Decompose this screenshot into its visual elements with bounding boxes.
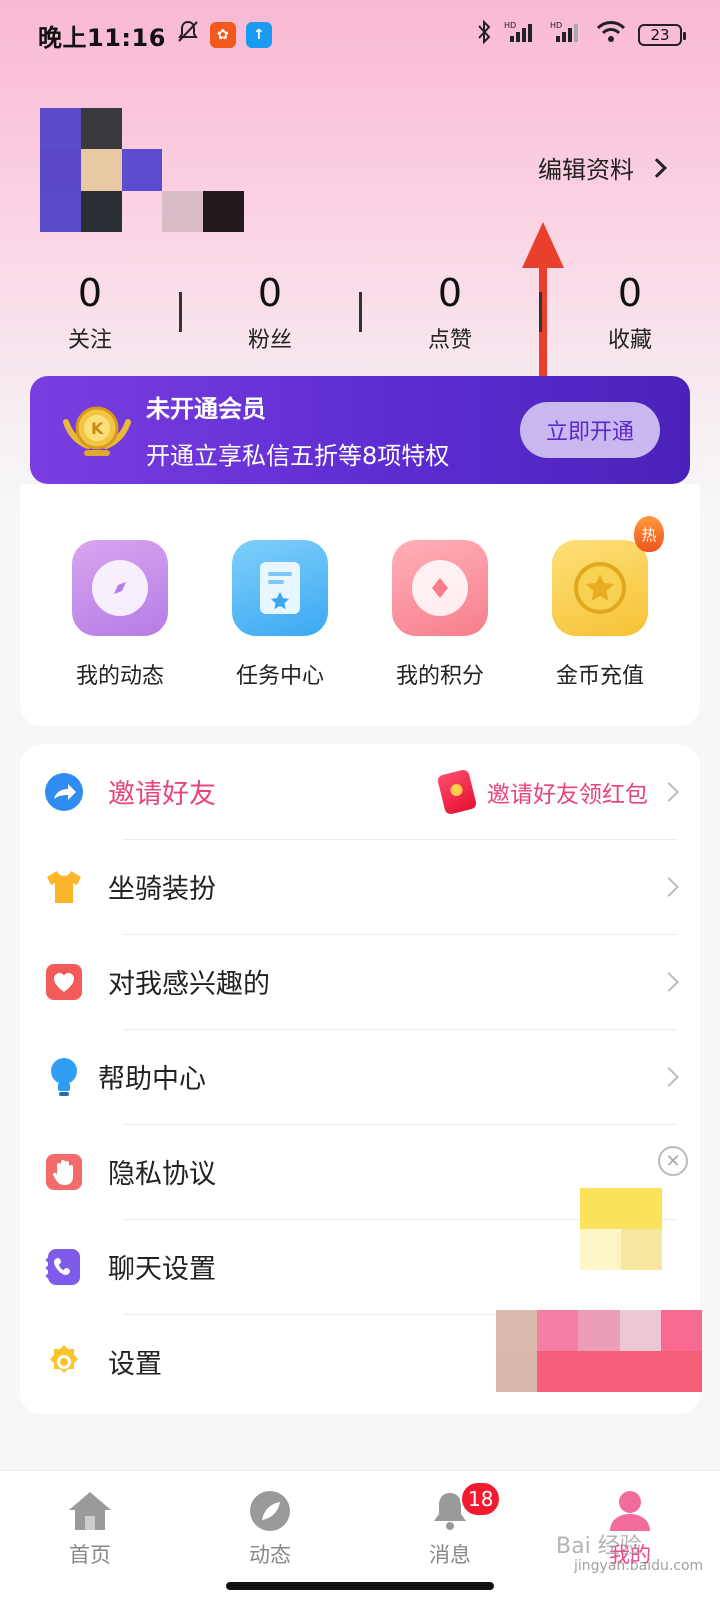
vip-title: 未开通会员 xyxy=(146,395,266,423)
quick-item-label: 金币充值 xyxy=(555,664,644,689)
compass-icon xyxy=(72,540,168,636)
chevron-right-icon xyxy=(659,971,679,992)
stat-fans[interactable]: 0 粉丝 xyxy=(180,268,362,354)
vip-banner[interactable]: K 未开通会员 开通立享私信五折等8项特权 立即开通 xyxy=(30,376,690,484)
quick-item-gold-recharge[interactable]: 热 金币充值 xyxy=(520,516,680,726)
stat-value: 0 xyxy=(617,271,643,315)
menu-item-interested-in-me[interactable]: 对我感兴趣的 xyxy=(20,934,700,1029)
stat-label: 点赞 xyxy=(427,328,472,353)
status-time: 晚上11:16 xyxy=(38,23,166,52)
red-envelope-icon xyxy=(436,768,478,815)
svg-text:K: K xyxy=(91,419,104,438)
home-indicator xyxy=(226,1582,494,1590)
app-notification-icon: ✿ xyxy=(209,22,236,48)
quick-item-label: 我的动态 xyxy=(75,664,164,689)
user-icon xyxy=(606,1489,654,1533)
menu-item-label: 邀请好友 xyxy=(108,779,216,810)
quick-item-my-points[interactable]: 我的积分 xyxy=(360,540,520,726)
menu-item-label: 隐私协议 xyxy=(108,1159,216,1190)
quick-actions-panel: 我的动态 任务中心 我的积分 热 金币充值 xyxy=(20,484,700,726)
stat-label: 关注 xyxy=(67,328,112,353)
menu-item-label: 帮助中心 xyxy=(98,1064,206,1095)
share-arrow-icon xyxy=(44,772,84,812)
heart-icon xyxy=(44,962,84,1002)
activate-vip-button[interactable]: 立即开通 xyxy=(520,402,660,458)
invite-reward-text: 邀请好友领红包 xyxy=(487,781,648,808)
svg-text:HD: HD xyxy=(550,21,562,30)
stat-favorites[interactable]: 0 收藏 xyxy=(540,268,720,354)
svg-text:HD: HD xyxy=(504,21,516,30)
signal-icon-2: HD xyxy=(550,20,584,50)
tab-home[interactable]: 首页 xyxy=(0,1471,180,1600)
wifi-icon xyxy=(596,20,626,50)
floating-ad[interactable] xyxy=(580,1188,662,1270)
chevron-right-icon xyxy=(659,876,679,897)
watermark-logo: Bai 经验 xyxy=(556,1534,642,1559)
edit-profile-link[interactable]: 编辑资料 xyxy=(538,150,667,185)
edit-profile-label: 编辑资料 xyxy=(538,156,634,184)
stat-value: 0 xyxy=(257,271,283,315)
tab-label: 消息 xyxy=(429,1543,471,1567)
gold-coin-icon xyxy=(552,540,648,636)
bluetooth-icon xyxy=(476,19,492,51)
quick-item-label: 我的积分 xyxy=(395,664,484,689)
message-count-badge: 18 xyxy=(460,1481,502,1517)
stat-label: 收藏 xyxy=(607,328,652,353)
tshirt-icon xyxy=(44,867,84,907)
status-bar: 晚上11:16 ✿ ↑ HD HD 23 xyxy=(0,0,720,70)
stat-likes[interactable]: 0 点赞 xyxy=(360,268,542,354)
chevron-right-icon xyxy=(647,157,667,178)
tab-label: 首页 xyxy=(69,1543,111,1567)
menu-item-label: 坐骑装扮 xyxy=(108,874,216,905)
mute-bell-icon xyxy=(176,19,200,51)
menu-item-help-center[interactable]: 帮助中心 xyxy=(20,1029,700,1124)
phone-chat-icon xyxy=(44,1247,84,1287)
points-icon xyxy=(392,540,488,636)
vip-medal-icon: K xyxy=(60,400,134,460)
stat-following[interactable]: 0 关注 xyxy=(0,268,182,354)
upload-icon: ↑ xyxy=(245,22,272,48)
vip-description: 开通立享私信五折等8项特权 xyxy=(146,442,450,470)
menu-item-label: 设置 xyxy=(108,1349,162,1380)
task-card-icon xyxy=(232,540,328,636)
avatar[interactable] xyxy=(40,108,244,232)
menu-item-invite-friends[interactable]: 邀请好友 邀请好友领红包 xyxy=(20,744,700,839)
hand-icon xyxy=(44,1152,84,1192)
stats-row: 0 关注 0 粉丝 0 点赞 0 收藏 xyxy=(0,268,720,354)
stat-label: 粉丝 xyxy=(247,328,292,353)
menu-item-label: 聊天设置 xyxy=(108,1254,216,1285)
watermark-url: jingyan.baidu.com xyxy=(574,1558,704,1574)
stat-value: 0 xyxy=(77,271,103,315)
tab-moments[interactable]: 动态 xyxy=(180,1471,360,1600)
chevron-right-icon xyxy=(659,1066,679,1087)
floating-ad-banner[interactable] xyxy=(496,1310,702,1392)
leaf-icon xyxy=(246,1489,294,1533)
stat-value: 0 xyxy=(437,271,463,315)
hot-badge: 热 xyxy=(634,516,664,552)
close-icon[interactable]: ✕ xyxy=(658,1146,688,1176)
menu-item-label: 对我感兴趣的 xyxy=(108,969,270,1000)
menu-item-mount-dressup[interactable]: 坐骑装扮 xyxy=(20,839,700,934)
tab-messages[interactable]: 18 消息 xyxy=(360,1471,540,1600)
signal-icon: HD xyxy=(504,20,538,50)
home-icon xyxy=(66,1489,114,1533)
lightbulb-icon xyxy=(44,1057,84,1097)
quick-item-my-posts[interactable]: 我的动态 xyxy=(40,540,200,726)
quick-item-task-center[interactable]: 任务中心 xyxy=(200,540,360,726)
gear-icon xyxy=(44,1342,84,1382)
battery-indicator: 23 xyxy=(638,24,686,46)
quick-item-label: 任务中心 xyxy=(235,664,324,689)
tab-label: 动态 xyxy=(249,1543,291,1567)
chevron-right-icon xyxy=(659,781,679,802)
